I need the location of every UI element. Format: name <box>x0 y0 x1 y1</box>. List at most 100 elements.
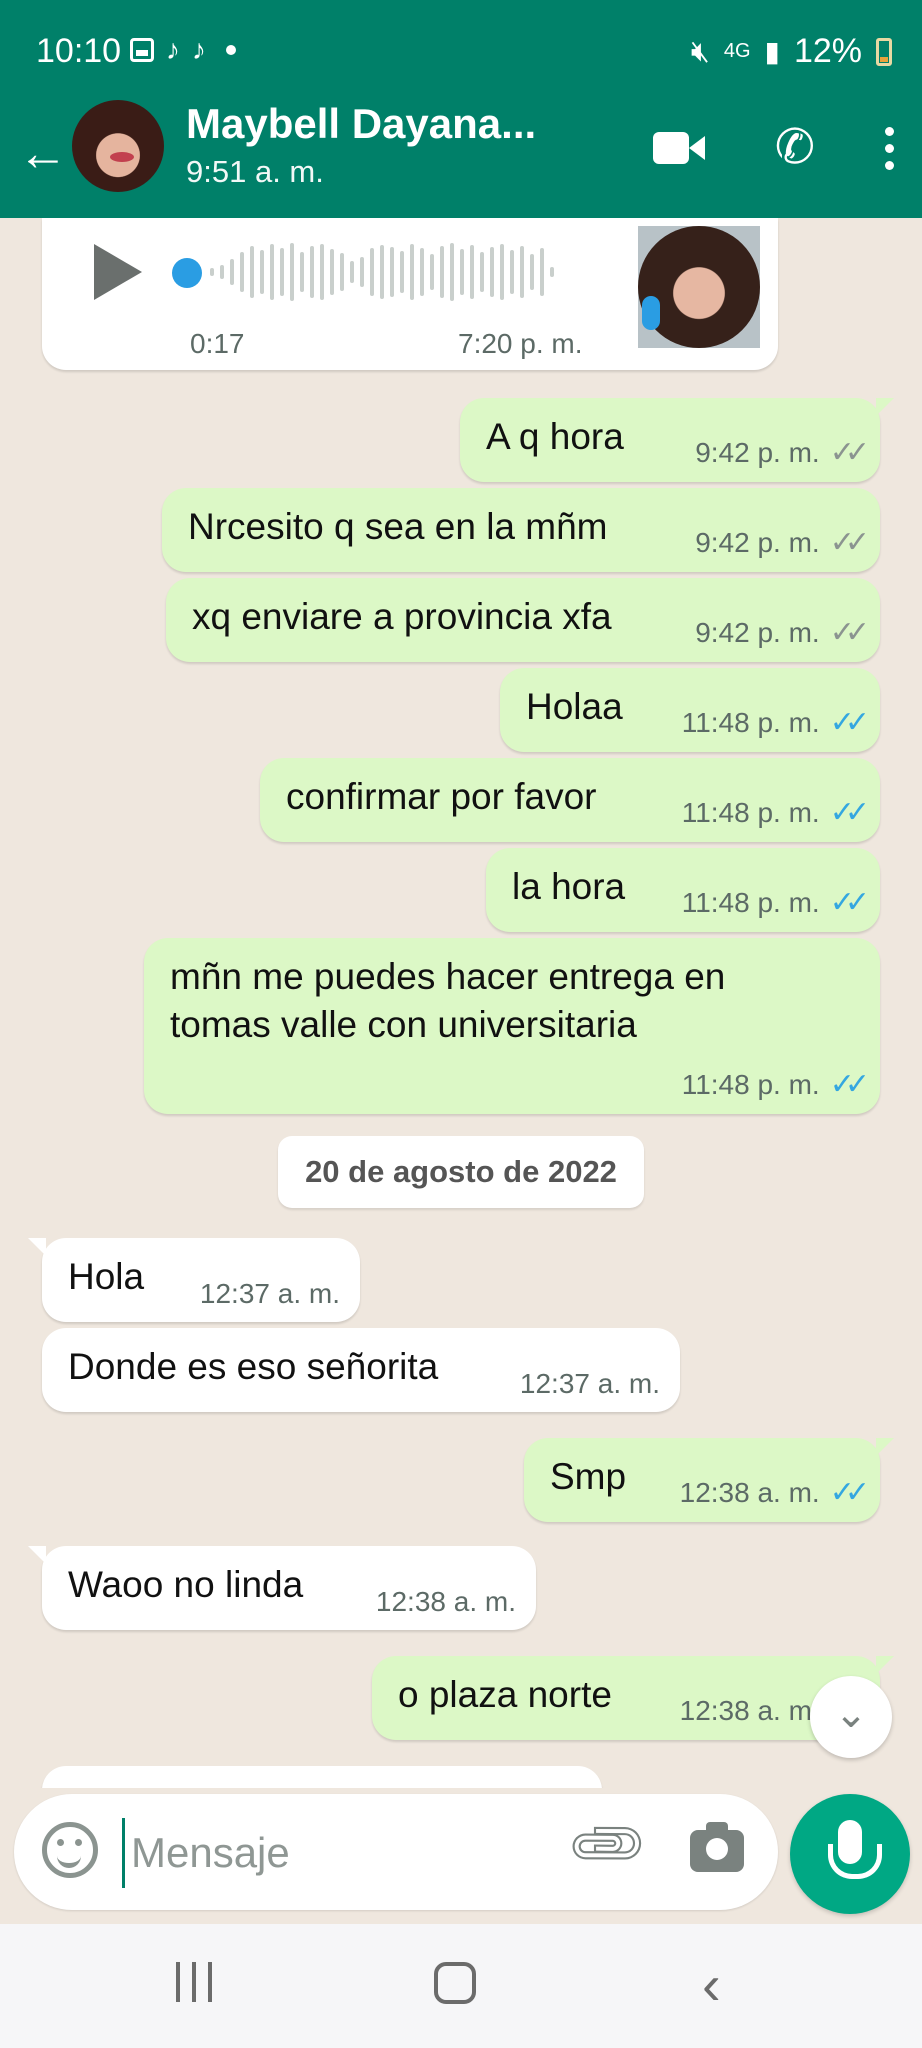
phone-call-icon[interactable]: ✆ <box>775 124 815 172</box>
message-bubble[interactable]: o plaza norte 12:38 a. m.✓✓ <box>372 1656 894 1740</box>
microphone-icon[interactable] <box>790 1794 910 1914</box>
signal-icon: ▮ <box>764 36 780 67</box>
message-text: xq enviare a provincia xfa <box>192 596 612 637</box>
battery-icon <box>876 37 892 66</box>
read-receipt-icon: ✓✓ <box>829 1476 870 1509</box>
message-text: Smp <box>550 1456 627 1497</box>
header-actions: ✆ <box>652 124 894 172</box>
voice-note-message[interactable]: 0:17 7:20 p. m. <box>42 218 778 370</box>
tiktok-icon-2: ♪ <box>192 34 206 65</box>
voice-time: 7:20 p. m. <box>458 328 583 359</box>
message-time: 11:48 p. m. <box>681 886 820 918</box>
message-meta: 11:48 p. m. ✓✓ <box>681 705 870 740</box>
message-bubble[interactable]: Holaa 11:48 p. m. ✓✓ <box>500 668 880 752</box>
chat-messages[interactable]: 0:17 7:20 p. m. A q hora 9:42 p. m. ✓✓ Nr… <box>0 218 922 1788</box>
message-bubble[interactable]: Smp 12:38 a. m. ✓✓ <box>524 1438 894 1522</box>
message-time: 12:38 a. m. <box>679 1694 820 1726</box>
message-meta: 12:38 a. m. <box>376 1586 516 1618</box>
message-bubble[interactable]: mñn me puedes hacer entrega en tomas val… <box>144 938 880 1114</box>
message-text: Hola <box>68 1256 145 1297</box>
message-text-line-1: mñn me puedes hacer entrega en <box>170 956 726 997</box>
message-text: A q hora <box>486 416 624 457</box>
mute-icon: 🔇︎ <box>690 34 710 68</box>
message-text: Nrcesito q sea en la mñm <box>188 506 608 547</box>
message-meta: 11:48 p. m. ✓✓ <box>681 885 870 920</box>
back-arrow-icon[interactable]: ← <box>18 128 68 178</box>
message-bubble[interactable]: Nrcesito q sea en la mñm 9:42 p. m. ✓✓ <box>162 488 880 572</box>
scroll-down-icon[interactable]: ⌄ <box>810 1676 892 1758</box>
message-bubble[interactable]: confirmar por favor 11:48 p. m. ✓✓ <box>260 758 880 842</box>
play-icon[interactable] <box>94 244 142 300</box>
status-bar: 10:10 ♪ ♪ 🔇︎ 4G ▮ 12% <box>0 0 922 100</box>
message-meta: 12:38 a. m. ✓✓ <box>679 1475 870 1510</box>
paperclip-icon[interactable]: 📎︎ <box>562 1799 655 1892</box>
message-bubble[interactable]: Waoo no linda 12:38 a. m. <box>28 1546 536 1630</box>
waveform <box>210 242 554 302</box>
message-bubble[interactable]: la hora 11:48 p. m. ✓✓ <box>486 848 880 932</box>
message-meta: 9:42 p. m. ✓✓ <box>695 615 870 650</box>
status-notification-icons: ♪ ♪ <box>130 34 236 66</box>
message-time: 12:38 a. m. <box>375 1586 516 1617</box>
message-text: o plaza norte <box>398 1674 612 1715</box>
last-seen: 9:51 a. m. <box>186 154 324 189</box>
message-text: Donde es eso señorita <box>68 1346 439 1387</box>
message-time: 11:48 p. m. <box>681 1068 820 1100</box>
video-call-icon[interactable] <box>652 132 705 164</box>
home-icon[interactable] <box>434 1962 476 2004</box>
message-time: 11:48 p. m. <box>681 706 820 738</box>
message-bubble[interactable]: xq enviare a provincia xfa 9:42 p. m. ✓✓ <box>166 578 880 662</box>
message-text: confirmar por favor <box>286 776 597 817</box>
top-bar: 10:10 ♪ ♪ 🔇︎ 4G ▮ 12% ← Maybell Dayana..… <box>0 0 922 218</box>
read-receipt-icon: ✓✓ <box>829 1068 870 1101</box>
message-meta: 12:37 a. m. <box>200 1278 340 1310</box>
message-time: 9:42 p. m. <box>695 436 820 468</box>
message-time: 11:48 p. m. <box>681 796 820 828</box>
message-time: 9:42 p. m. <box>695 616 820 648</box>
message-meta: 12:37 a. m. <box>520 1368 660 1400</box>
double-check-icon: ✓✓ <box>829 616 870 649</box>
emoji-icon[interactable] <box>42 1822 98 1878</box>
tiktok-icon: ♪ <box>166 34 180 65</box>
notification-dot-icon <box>226 45 236 55</box>
read-receipt-icon: ✓✓ <box>829 886 870 919</box>
message-text-line-2: tomas valle con universitaria <box>170 1004 637 1045</box>
message-meta: 11:48 p. m. ✓✓ <box>681 795 870 830</box>
network-type: 4G <box>723 40 751 62</box>
chat-header: ← Maybell Dayana... 9:51 a. m. ✆ <box>0 100 922 218</box>
message-composer: 📎︎ <box>14 1794 778 1910</box>
voice-sender-avatar <box>638 226 760 348</box>
message-time: 9:42 p. m. <box>695 526 820 558</box>
back-nav-icon[interactable]: ‹ <box>702 1952 721 2017</box>
message-bubble-partial[interactable] <box>42 1766 602 1788</box>
recent-apps-icon[interactable] <box>176 1962 212 2002</box>
battery-percent: 12% <box>793 32 862 70</box>
contact-name: Maybell Dayana... <box>186 100 537 147</box>
system-nav-bar: ‹ <box>0 1924 922 2048</box>
more-vert-icon[interactable] <box>885 126 894 170</box>
status-time: 10:10 <box>36 32 122 70</box>
message-time: 12:37 a. m. <box>199 1278 340 1309</box>
message-time: 12:38 a. m. <box>679 1476 820 1508</box>
message-bubble[interactable]: Hola 12:37 a. m. <box>28 1238 360 1322</box>
status-right: 🔇︎ 4G ▮ 12% <box>691 32 892 71</box>
double-check-icon: ✓✓ <box>829 526 870 559</box>
message-meta: 9:42 p. m. ✓✓ <box>695 525 870 560</box>
read-receipt-icon: ✓✓ <box>829 706 870 739</box>
message-bubble[interactable]: Donde es eso señorita 12:37 a. m. <box>42 1328 680 1412</box>
camera-icon[interactable] <box>690 1822 744 1872</box>
message-meta: 9:42 p. m. ✓✓ <box>695 435 870 470</box>
contact-info[interactable]: Maybell Dayana... 9:51 a. m. <box>186 100 536 190</box>
date-separator: 20 de agosto de 2022 <box>278 1136 644 1208</box>
message-input[interactable] <box>122 1818 562 1888</box>
contact-avatar[interactable] <box>72 100 164 192</box>
double-check-icon: ✓✓ <box>829 436 870 469</box>
voice-duration: 0:17 <box>190 328 245 359</box>
voice-mic-icon <box>642 296 660 330</box>
message-text: Holaa <box>526 686 623 727</box>
message-bubble[interactable]: A q hora 9:42 p. m. ✓✓ <box>460 398 894 482</box>
message-meta: 11:48 p. m. ✓✓ <box>681 1067 870 1102</box>
message-text: la hora <box>512 866 626 907</box>
voice-seek-handle[interactable] <box>172 258 202 288</box>
read-receipt-icon: ✓✓ <box>829 796 870 829</box>
message-text: Waoo no linda <box>68 1564 304 1605</box>
